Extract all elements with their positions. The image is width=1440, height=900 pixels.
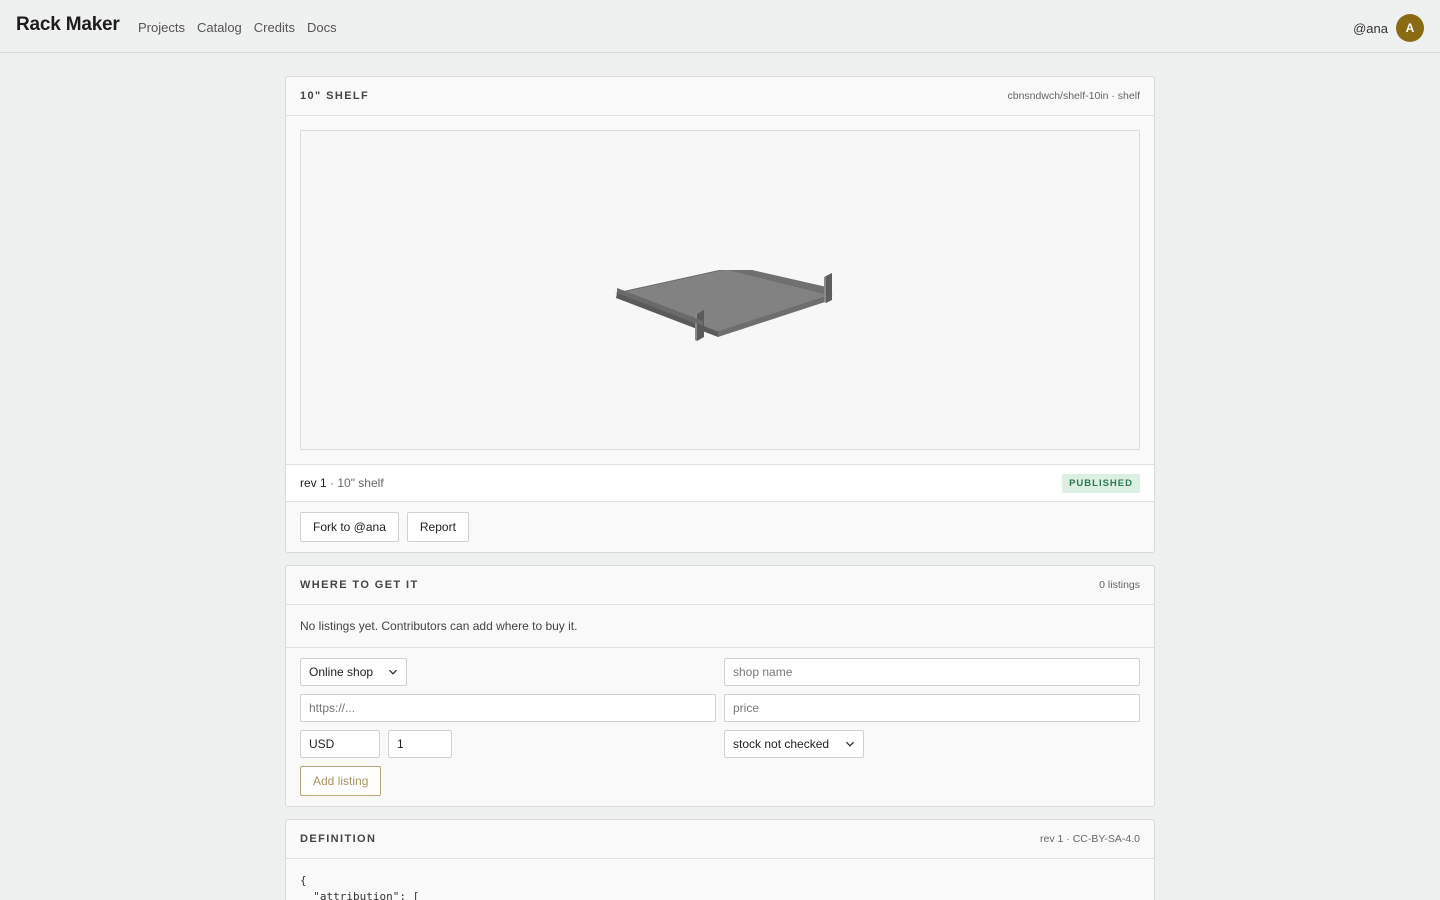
fork-button[interactable]: Fork to @ana	[300, 512, 399, 542]
item-card-header: 10" SHELF cbnsndwch/shelf-10in · shelf	[286, 77, 1154, 116]
definition-card: DEFINITION rev 1 · CC-BY-SA-4.0 { "attri…	[285, 819, 1155, 900]
revision-row: rev 1 · 10" shelf PUBLISHED	[286, 465, 1154, 502]
quantity-input[interactable]: 1	[388, 730, 452, 758]
revision-label: rev 1	[300, 476, 327, 490]
top-nav-bar: Rack Maker Projects Catalog Credits Docs…	[0, 0, 1440, 53]
code-line: {	[300, 874, 307, 887]
report-button[interactable]: Report	[406, 512, 469, 542]
currency-input[interactable]: USD	[300, 730, 380, 758]
brand-logo[interactable]: Rack Maker	[16, 14, 120, 36]
nav-link-catalog[interactable]: Catalog	[197, 20, 242, 35]
item-card: 10" SHELF cbnsndwch/shelf-10in · shelf r…	[285, 76, 1155, 553]
listings-card: WHERE TO GET IT 0 listings No listings y…	[285, 565, 1155, 807]
add-listing-button[interactable]: Add listing	[300, 766, 382, 796]
main-nav: Projects Catalog Credits Docs	[138, 20, 337, 35]
item-title: 10" SHELF	[300, 90, 370, 102]
user-name: @ana	[1353, 20, 1388, 36]
add-listing-form: Online shop shop name https://... price …	[286, 648, 1154, 806]
listings-count: 0 listings	[1099, 579, 1140, 591]
chevron-down-icon	[846, 741, 854, 747]
listings-card-header: WHERE TO GET IT 0 listings	[286, 566, 1154, 605]
stock-status-value: stock not checked	[733, 737, 830, 751]
shop-name-input[interactable]: shop name	[724, 658, 1140, 686]
shelf-model-3d	[615, 270, 833, 341]
definition-meta: rev 1 · CC-BY-SA-4.0	[1040, 833, 1140, 845]
model-viewer[interactable]	[300, 130, 1140, 450]
price-input[interactable]: price	[724, 694, 1140, 722]
nav-link-credits[interactable]: Credits	[254, 20, 295, 35]
listings-title: WHERE TO GET IT	[300, 579, 419, 591]
avatar[interactable]: A	[1396, 14, 1424, 42]
url-input[interactable]: https://...	[300, 694, 716, 722]
model-viewer-wrap	[286, 116, 1154, 465]
nav-link-docs[interactable]: Docs	[307, 20, 337, 35]
definition-code: { "attribution": [	[286, 859, 1154, 900]
item-actions: Fork to @ana Report	[286, 502, 1154, 552]
listing-type-select[interactable]: Online shop	[300, 658, 407, 686]
user-menu[interactable]: @ana A	[1353, 14, 1424, 42]
nav-link-projects[interactable]: Projects	[138, 20, 185, 35]
definition-title: DEFINITION	[300, 833, 377, 845]
code-line: "attribution": [	[300, 890, 420, 900]
status-badge: PUBLISHED	[1062, 473, 1140, 493]
definition-card-header: DEFINITION rev 1 · CC-BY-SA-4.0	[286, 820, 1154, 859]
revision-sub: · 10" shelf	[330, 476, 384, 490]
revision-info: rev 1 · 10" shelf	[300, 476, 384, 490]
listings-empty-message: No listings yet. Contributors can add wh…	[286, 605, 1154, 648]
stock-status-select[interactable]: stock not checked	[724, 730, 864, 758]
listing-type-value: Online shop	[309, 665, 374, 679]
chevron-down-icon	[389, 669, 397, 675]
item-slug: cbnsndwch/shelf-10in · shelf	[1007, 90, 1141, 102]
